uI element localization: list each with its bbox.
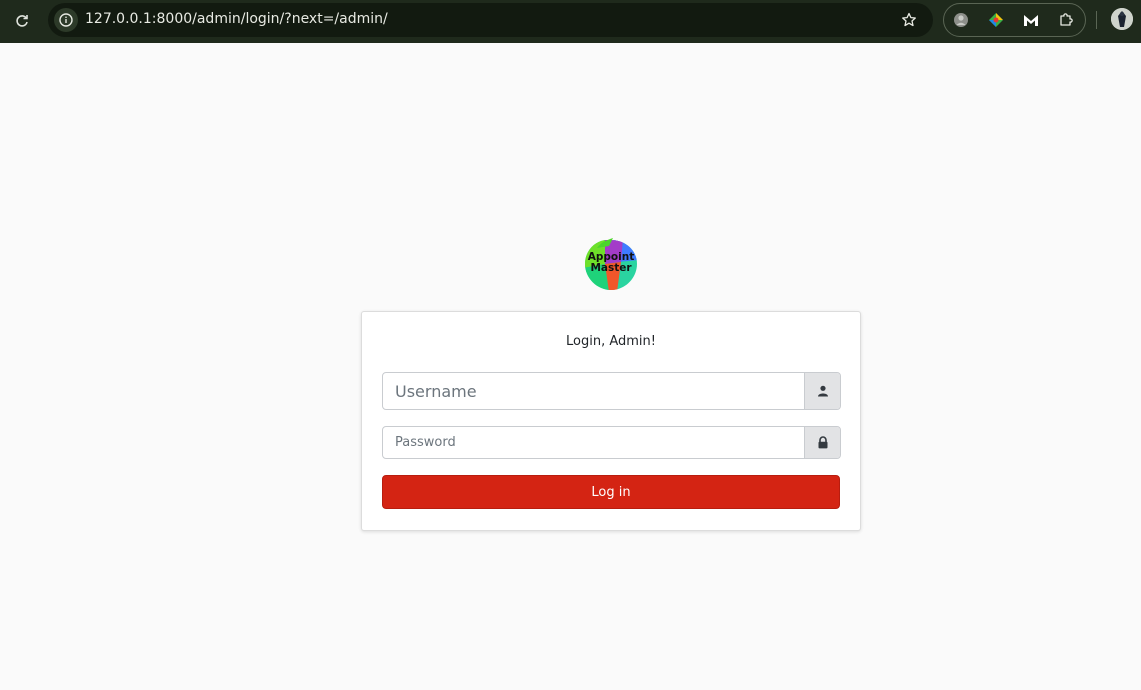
profile-avatar[interactable] — [1111, 8, 1133, 30]
password-group — [382, 426, 841, 459]
login-card: Login, Admin! Log in — [361, 311, 861, 531]
toolbar-divider — [1096, 11, 1097, 29]
username-input[interactable] — [383, 373, 803, 409]
appointmaster-logo: Appoint Master — [583, 236, 639, 292]
site-info-icon[interactable] — [54, 8, 78, 32]
browser-toolbar: 127.0.0.1:8000/admin/login/?next=/admin/ — [0, 0, 1141, 43]
logo-line-2: Master — [590, 262, 632, 274]
extension-m-icon[interactable] — [1021, 10, 1041, 30]
bookmark-star-icon[interactable] — [899, 10, 919, 30]
username-group — [382, 372, 841, 410]
user-icon — [804, 373, 840, 409]
extension-face-icon[interactable] — [951, 10, 971, 30]
extensions-group — [943, 3, 1086, 37]
reload-icon[interactable] — [12, 11, 32, 31]
login-button[interactable]: Log in — [382, 475, 840, 509]
login-message: Login, Admin! — [566, 334, 656, 349]
address-bar[interactable]: 127.0.0.1:8000/admin/login/?next=/admin/ — [48, 3, 933, 37]
extension-color-icon[interactable] — [986, 10, 1006, 30]
password-input[interactable] — [383, 427, 803, 458]
extension-puzzle-icon[interactable] — [1056, 10, 1076, 30]
lock-icon — [804, 427, 840, 458]
url-text[interactable]: 127.0.0.1:8000/admin/login/?next=/admin/ — [85, 11, 388, 27]
logo-text: Appoint Master — [583, 252, 639, 274]
